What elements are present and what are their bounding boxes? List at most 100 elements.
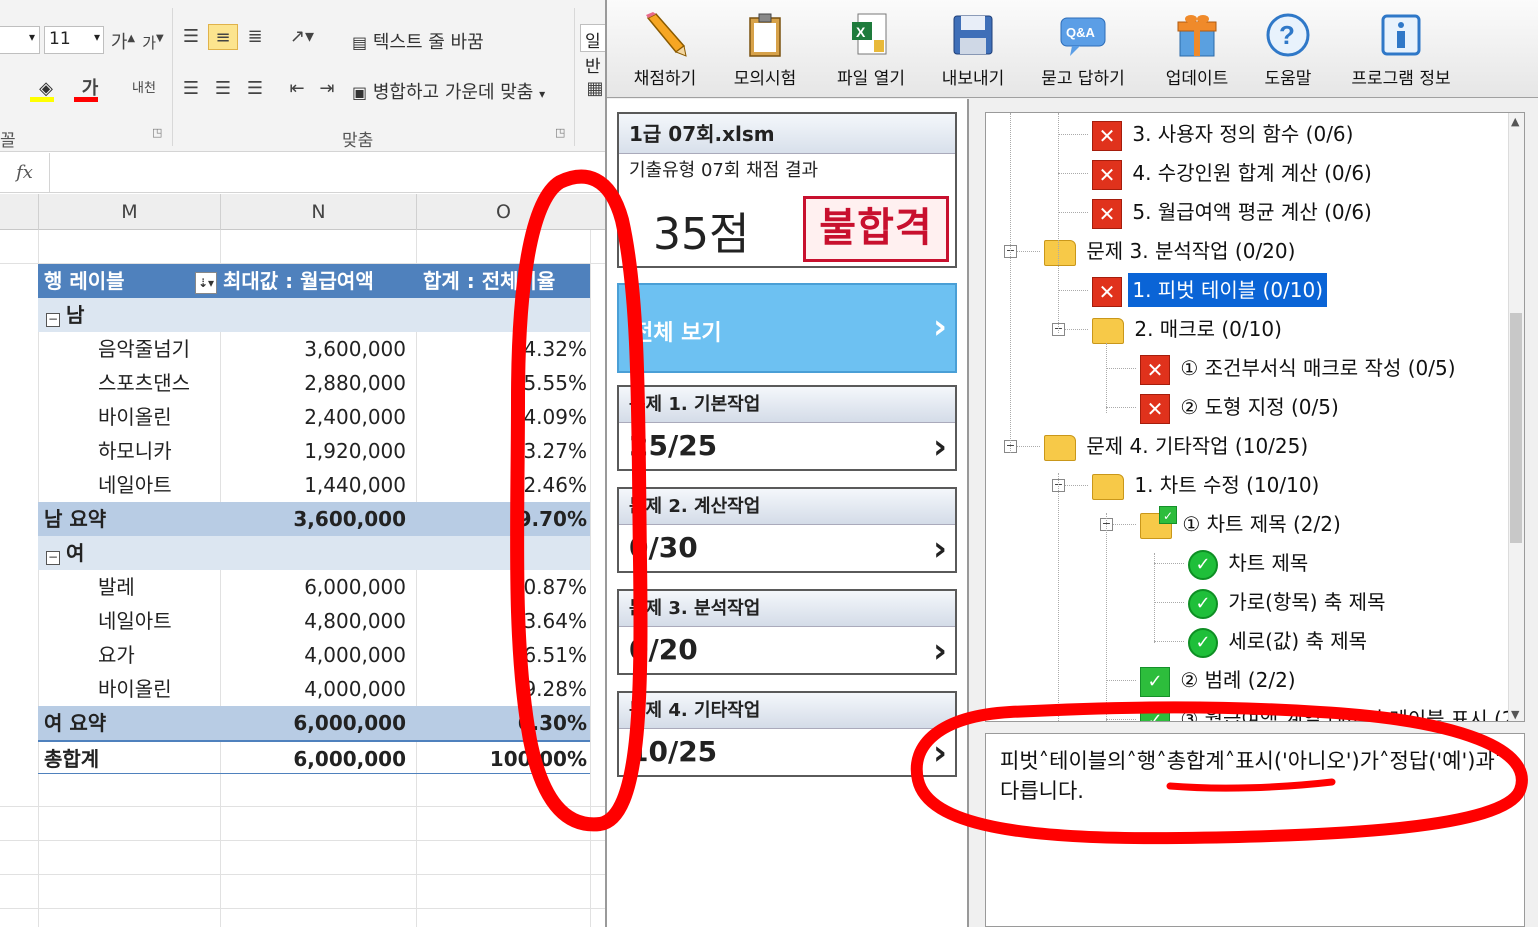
column-header-n[interactable]: N: [220, 194, 416, 230]
row-header-corner[interactable]: [0, 194, 38, 230]
tree-connector: [1106, 513, 1107, 721]
pivot-group-row[interactable]: − 여: [38, 536, 590, 570]
font-dialog-launcher-icon[interactable]: ◳: [152, 126, 162, 139]
pivot-subtotal-row[interactable]: 여 요약 6,000,000 6.30%: [38, 706, 590, 740]
ribbon-separator: [574, 8, 575, 146]
collapse-minus-icon[interactable]: −: [46, 551, 60, 565]
pivot-group-row[interactable]: − 남: [38, 298, 590, 332]
pivot-item-row[interactable]: 발레 6,000,000 20.87%: [38, 570, 590, 604]
tree-node[interactable]: ✕ 4. 수강인원 합계 계산 (0/6): [1092, 156, 1376, 190]
tree-node[interactable]: 1. 차트 수정 (10/10): [1092, 468, 1323, 502]
pivot-item-row[interactable]: 음악줄넘기 3,600,000 14.32%: [38, 332, 590, 366]
pivot-table[interactable]: 행 레이블 ⇣▾ 최대값 : 월급여액 합계 : 전체비율 − 남 음악줄넘기 3,6…: [38, 264, 590, 774]
font-size-box[interactable]: ▾: [0, 26, 40, 54]
accounting-format-button[interactable]: ▦: [580, 76, 605, 102]
program-info-button[interactable]: 프로그램 정보: [1341, 10, 1461, 94]
chevron-right-icon[interactable]: ›: [933, 733, 947, 773]
tree-scrollbar[interactable]: ▲ ▼: [1508, 113, 1524, 721]
svg-text:?: ?: [1279, 20, 1295, 50]
tree-node[interactable]: ✓ ③ 월급여액 계열 데이터 레이블 표시 (2/2): [1140, 702, 1524, 721]
formula-input[interactable]: [52, 153, 605, 193]
tree-node[interactable]: 문제 3. 분석작업 (0/20): [1044, 234, 1299, 268]
align-center-button[interactable]: ☰: [208, 76, 238, 102]
tree-node[interactable]: ✕ ② 도형 지정 (0/5): [1140, 390, 1343, 424]
tree-node[interactable]: ✓ ① 차트 제목 (2/2): [1140, 505, 1345, 541]
merge-center-button[interactable]: ▣ 병합하고 가운데 맞춤 ▾: [352, 78, 545, 104]
pivot-item-row[interactable]: 하모니카 1,920,000 3.27%: [38, 434, 590, 468]
column-header-o[interactable]: O: [416, 194, 590, 230]
orientation-button[interactable]: ↗▾: [282, 24, 322, 50]
align-right-button[interactable]: ☰: [240, 76, 270, 102]
pivot-total-row[interactable]: 총합계 6,000,000 100.00%: [38, 740, 590, 774]
alignment-dialog-launcher-icon[interactable]: ◳: [555, 126, 565, 139]
scroll-up-icon[interactable]: ▲: [1511, 115, 1519, 128]
export-button[interactable]: 내보내기: [933, 10, 1013, 94]
floppy-disk-icon: [953, 15, 993, 55]
problem-title: 문제 4. 기타작업: [619, 693, 955, 729]
pivot-sum-cell: 6.30%: [517, 711, 587, 735]
scroll-down-icon[interactable]: ▼: [1511, 708, 1519, 721]
fail-x-icon: ✕: [1140, 354, 1170, 385]
problem-card-2[interactable]: 문제 2. 계산작업 0/30 ›: [617, 487, 957, 573]
insert-function-icon[interactable]: fx: [0, 153, 50, 193]
update-button[interactable]: 업데이트: [1157, 10, 1237, 94]
gift-icon: [1177, 15, 1217, 57]
pivot-item-row[interactable]: 네일아트 1,440,000 2.46%: [38, 468, 590, 502]
tree-node-label: 가로(항목) 축 제목: [1228, 590, 1386, 614]
open-file-button[interactable]: X 파일 열기: [825, 10, 917, 94]
grading-tree[interactable]: ✕ 3. 사용자 정의 함수 (0/6) ✕ 4. 수강인원 합계 계산 (0/6…: [985, 112, 1525, 722]
problem-card-4[interactable]: 문제 4. 기타작업 10/25 ›: [617, 691, 957, 777]
font-name-dropdown-icon[interactable]: ▾: [29, 30, 35, 44]
decrease-indent-button[interactable]: ⇤: [282, 76, 312, 102]
tree-node[interactable]: ✓ 세로(값) 축 제목: [1188, 624, 1371, 658]
align-bottom-button[interactable]: ≣: [240, 24, 270, 50]
pivot-row-label: 여 요약: [44, 711, 107, 735]
view-all-button[interactable]: 전체 보기 ›: [617, 283, 957, 373]
align-middle-button[interactable]: ≡: [208, 24, 238, 50]
tree-connector: [1106, 719, 1136, 720]
problem-card-3[interactable]: 문제 3. 분석작업 0/20 ›: [617, 589, 957, 675]
result-subtitle: 기출유형 07회 채점 결과: [629, 160, 819, 181]
fill-color-button[interactable]: ◈: [26, 76, 66, 102]
tree-node[interactable]: 2. 매크로 (0/10): [1092, 312, 1286, 346]
tree-node[interactable]: ✕ 5. 월급여액 평균 계산 (0/6): [1092, 195, 1376, 229]
pivot-item-row[interactable]: 바이올린 2,400,000 4.09%: [38, 400, 590, 434]
pivot-item-row[interactable]: 요가 4,000,000 6.51%: [38, 638, 590, 672]
pivot-item-row[interactable]: 스포츠댄스 2,880,000 15.55%: [38, 366, 590, 400]
pivot-row-label: 바이올린: [98, 677, 172, 701]
align-left-button[interactable]: ☰: [176, 76, 206, 102]
grade-button[interactable]: 채점하기: [623, 10, 707, 94]
align-top-button[interactable]: ☰: [176, 24, 206, 50]
help-button[interactable]: ? 도움말: [1253, 10, 1323, 94]
scrollbar-thumb[interactable]: [1510, 313, 1522, 543]
collapse-minus-icon[interactable]: −: [46, 313, 60, 327]
tree-node[interactable]: ✓ 가로(항목) 축 제목: [1188, 585, 1389, 619]
problem-card-1[interactable]: 문제 1. 기본작업 25/25 ›: [617, 385, 957, 471]
tree-node[interactable]: ✓ 차트 제목: [1188, 546, 1312, 580]
qa-button[interactable]: Q&A 묻고 답하기: [1031, 10, 1135, 94]
tree-node[interactable]: 문제 4. 기타작업 (10/25): [1044, 429, 1312, 463]
phonetic-button[interactable]: 내천: [124, 76, 164, 102]
pivot-item-row[interactable]: 네일아트 4,800,000 3.64%: [38, 604, 590, 638]
shrink-font-button[interactable]: 가▼: [138, 26, 168, 52]
number-format-select[interactable]: 일반: [580, 24, 605, 77]
tree-node[interactable]: ✕ ① 조건부서식 매크로 작성 (0/5): [1140, 351, 1460, 385]
pass-checkbox-icon: ✓: [1140, 666, 1170, 697]
increase-indent-button[interactable]: ⇥: [312, 76, 342, 102]
font-color-button[interactable]: 가: [70, 76, 110, 102]
pivot-subtotal-row[interactable]: 남 요약 3,600,000 9.70%: [38, 502, 590, 536]
tree-node[interactable]: ✕ 3. 사용자 정의 함수 (0/6): [1092, 117, 1357, 151]
column-header-m[interactable]: M: [38, 194, 220, 230]
chevron-right-icon[interactable]: ›: [933, 427, 947, 467]
font-size-select[interactable]: 11 ▾: [44, 26, 104, 54]
chevron-down-icon[interactable]: ▾: [539, 87, 545, 101]
mock-exam-button[interactable]: 모의시험: [723, 10, 807, 94]
tree-node[interactable]: ✕ 1. 피벗 테이블 (0/10): [1092, 273, 1328, 307]
pivot-item-row[interactable]: 바이올린 4,000,000 9.28%: [38, 672, 590, 706]
tree-node[interactable]: ✓ ② 범례 (2/2): [1140, 663, 1300, 697]
chevron-right-icon[interactable]: ›: [933, 631, 947, 671]
wrap-text-button[interactable]: ▤ 텍스트 줄 바꿈: [352, 28, 484, 54]
filter-dropdown-icon[interactable]: ⇣▾: [195, 272, 217, 294]
chevron-right-icon[interactable]: ›: [933, 529, 947, 569]
grow-font-button[interactable]: 가▲: [108, 26, 138, 53]
